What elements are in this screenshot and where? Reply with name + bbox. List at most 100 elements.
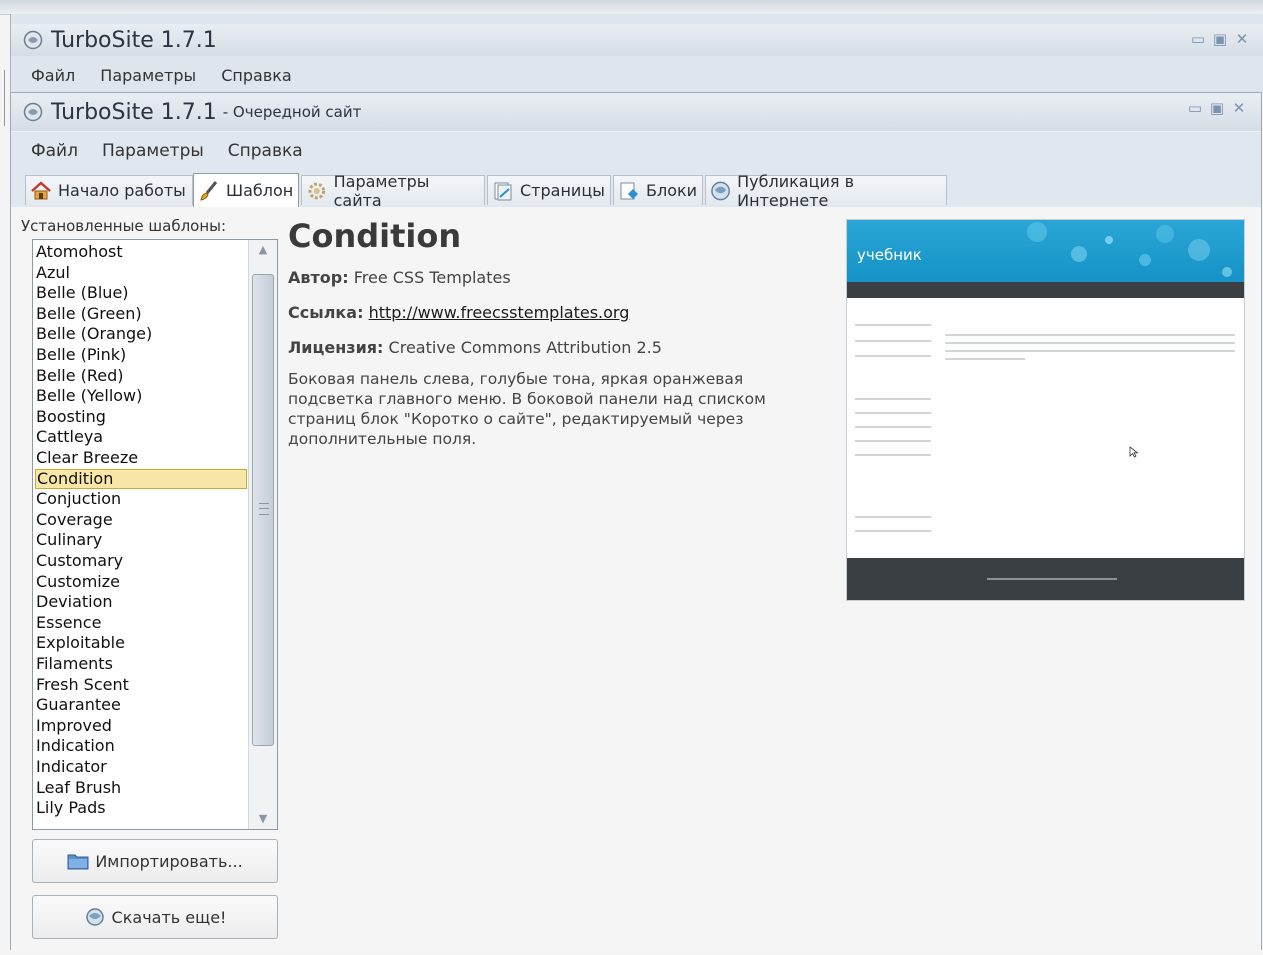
scroll-thumb[interactable] — [252, 274, 274, 746]
list-item[interactable]: Customary — [35, 551, 248, 571]
list-item[interactable]: Essence — [35, 613, 248, 633]
license-value: Creative Commons Attribution 2.5 — [388, 338, 662, 357]
preview-footer-line — [987, 578, 1117, 580]
app-logo-icon — [23, 102, 43, 122]
menu-params[interactable]: Параметры — [102, 141, 204, 161]
minimize-icon[interactable]: ▭ — [1190, 31, 1206, 47]
tab-publish[interactable]: Публикация в Интернете — [705, 172, 947, 210]
preview-nav — [847, 282, 1244, 298]
cursor-icon — [1129, 446, 1139, 458]
template-panel: Установленные шаблоны: Lily Pads Leaf Bru… — [11, 207, 1261, 951]
brush-icon — [200, 180, 218, 201]
list-item[interactable]: Belle (Pink) — [35, 345, 248, 365]
maximize-icon[interactable]: ▣ — [1212, 31, 1228, 47]
preview-footer — [847, 558, 1244, 600]
back-menu-params[interactable]: Параметры — [100, 66, 196, 85]
tab-start[interactable]: Начало работы — [25, 175, 193, 205]
list-item[interactable]: Exploitable — [35, 633, 248, 653]
tab-label: Шаблон — [226, 181, 294, 200]
preview-sidebar-line — [855, 454, 931, 456]
desktop-top-strip — [0, 0, 1263, 15]
tab-label: Параметры сайта — [333, 171, 430, 210]
close-icon[interactable]: ✕ — [1234, 31, 1250, 47]
import-button[interactable]: Импортировать... — [32, 839, 278, 883]
list-item[interactable]: Deviation — [35, 592, 248, 612]
window-controls: ▭ ▣ ✕ — [1187, 100, 1247, 116]
preview-sidebar-line — [855, 355, 931, 357]
scroll-down-icon[interactable]: ▼ — [249, 809, 277, 829]
preview-sidebar-line — [855, 426, 931, 428]
list-item-selected[interactable]: Condition — [35, 468, 247, 489]
template-url-link[interactable]: http://www.freecsstemplates.org — [369, 303, 630, 322]
list-item[interactable]: Improved — [35, 716, 248, 736]
preview-header: учебник — [847, 220, 1244, 282]
back-window-titlebar[interactable]: TurboSite 1.7.1 ▭ ▣ ✕ — [11, 24, 1263, 56]
list-item[interactable]: Indication — [35, 736, 248, 756]
license-label: Лицензия: — [288, 338, 384, 357]
template-name: Condition — [288, 217, 462, 255]
folder-icon — [67, 854, 89, 870]
template-preview: учебник — [846, 219, 1245, 601]
list-item[interactable]: Culinary — [35, 530, 248, 550]
back-window-title: TurboSite 1.7.1 — [51, 27, 217, 53]
preview-content-line — [945, 334, 1235, 336]
menu-help[interactable]: Справка — [228, 141, 303, 161]
import-button-label: Импортировать... — [95, 851, 243, 871]
template-description: Боковая панель слева, голубые тона, ярка… — [288, 370, 766, 448]
home-icon — [31, 180, 51, 199]
installed-templates-label: Установленные шаблоны: — [21, 217, 227, 235]
list-item[interactable]: Belle (Yellow) — [35, 386, 248, 406]
tab-label: Начало работы — [58, 181, 186, 200]
preview-brand: учебник — [857, 246, 922, 264]
list-item[interactable]: Fresh Scent — [35, 675, 248, 695]
link-label: Ссылка: — [288, 303, 364, 322]
tab-pages[interactable]: Страницы — [487, 175, 611, 205]
list-item[interactable]: Lily Pads — [35, 798, 248, 818]
template-link: Ссылка: http://www.freecsstemplates.org — [288, 303, 629, 322]
list-item[interactable]: Filaments — [35, 654, 248, 674]
back-menu-help[interactable]: Справка — [221, 66, 292, 85]
globe-icon — [85, 908, 104, 926]
list-item[interactable]: Customize — [35, 572, 248, 592]
list-item[interactable]: Cattleya — [35, 427, 248, 447]
list-item[interactable]: Leaf Brush — [35, 778, 248, 798]
app-logo-icon — [23, 30, 43, 50]
tab-label: Страницы — [520, 181, 605, 200]
list-item[interactable]: Clear Breeze — [35, 448, 248, 468]
tab-site-params[interactable]: Параметры сайта — [301, 172, 485, 210]
preview-sidebar-line — [855, 340, 931, 342]
list-item[interactable]: Belle (Green) — [35, 304, 248, 324]
main-window-titlebar[interactable]: TurboSite 1.7.1 - Очередной сайт ▭ ▣ ✕ — [11, 93, 1261, 131]
scroll-up-icon[interactable]: ▲ — [249, 240, 277, 260]
tab-blocks[interactable]: Блоки — [613, 175, 703, 205]
list-item[interactable]: Belle (Orange) — [35, 324, 248, 344]
list-item[interactable]: Guarantee — [35, 695, 248, 715]
list-item[interactable]: Coverage — [35, 510, 248, 530]
menu-file[interactable]: Файл — [31, 141, 78, 161]
list-item[interactable]: Belle (Red) — [35, 366, 248, 386]
menu-bar: Файл Параметры Справка — [11, 131, 1261, 170]
maximize-icon[interactable]: ▣ — [1209, 100, 1225, 116]
download-more-button[interactable]: Скачать еще! — [32, 895, 278, 939]
minimize-icon[interactable]: ▭ — [1187, 100, 1203, 116]
list-item[interactable]: Azul — [35, 263, 248, 283]
list-item[interactable]: Indicator — [35, 757, 248, 777]
back-menu-file[interactable]: Файл — [31, 66, 75, 85]
globe-icon — [711, 181, 730, 200]
desktop-edge — [4, 70, 5, 126]
close-icon[interactable]: ✕ — [1231, 100, 1247, 116]
list-item[interactable]: Atomohost — [35, 242, 248, 262]
preview-sidebar-line — [855, 398, 931, 400]
list-scrollbar[interactable]: ▲ ▼ — [248, 240, 277, 829]
list-item[interactable]: Boosting — [35, 407, 248, 427]
blocks-icon — [620, 182, 638, 199]
download-more-label: Скачать еще! — [111, 907, 227, 927]
list-item[interactable]: Belle (Blue) — [35, 283, 248, 303]
main-window[interactable]: TurboSite 1.7.1 - Очередной сайт ▭ ▣ ✕ Ф… — [10, 92, 1262, 951]
tab-template[interactable]: Шаблон — [193, 173, 299, 207]
back-window[interactable]: TurboSite 1.7.1 ▭ ▣ ✕ Файл Параметры Спр… — [10, 14, 1263, 92]
preview-sidebar-line — [855, 530, 931, 532]
list-item[interactable]: Conjuction — [35, 489, 248, 509]
templates-list[interactable]: Lily Pads Leaf Brush Indicator Indication Im… — [32, 239, 278, 830]
pages-icon — [494, 182, 512, 200]
